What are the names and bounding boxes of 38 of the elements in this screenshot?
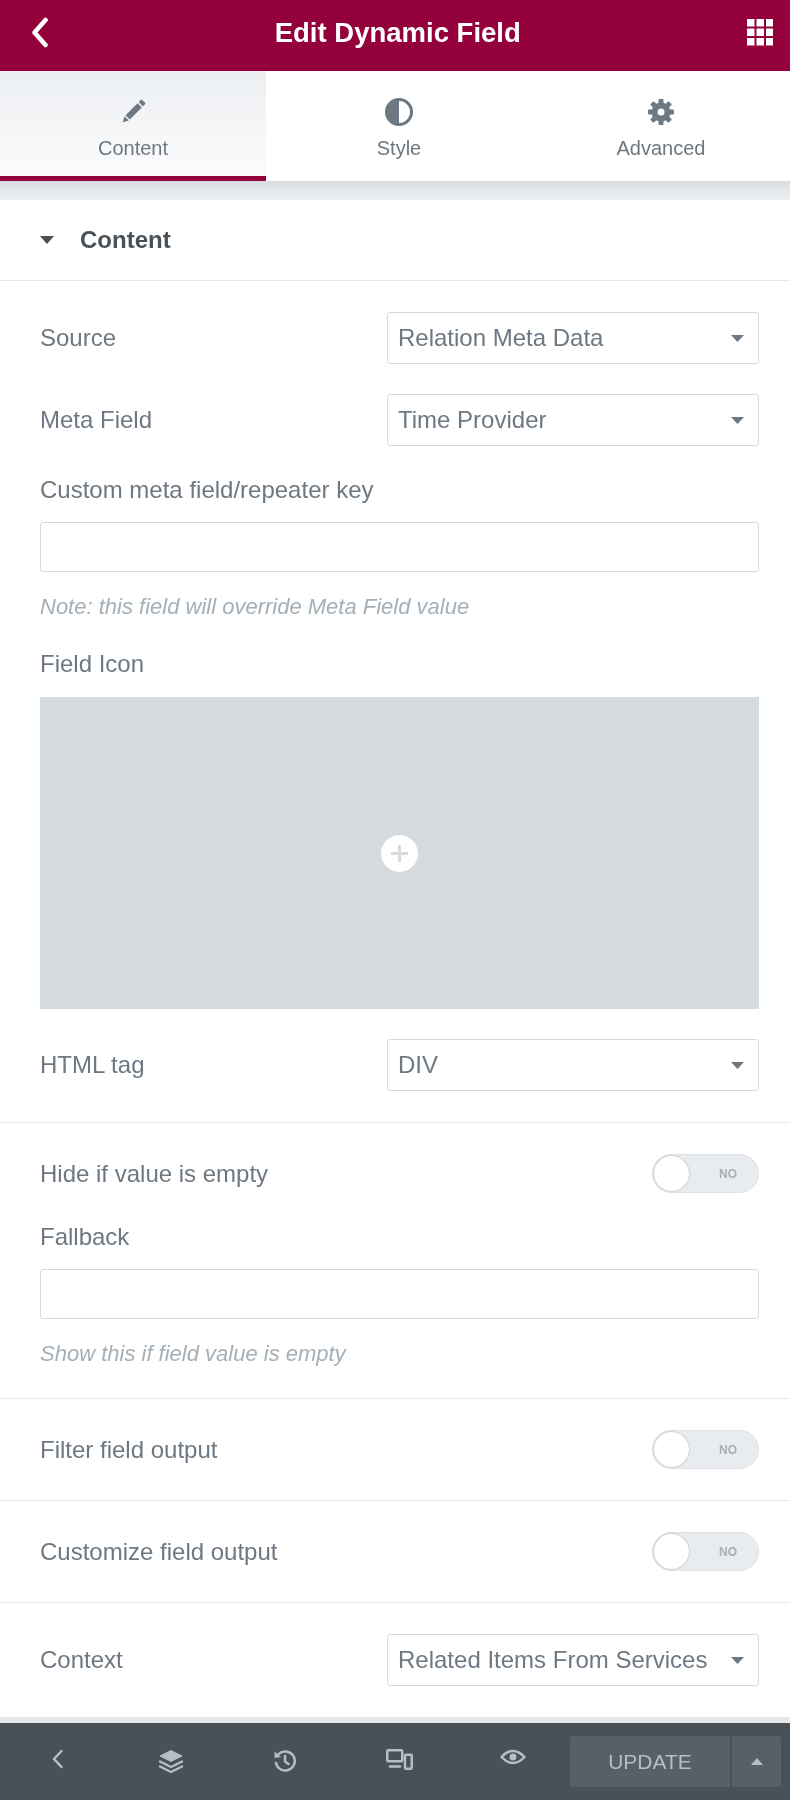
field-label: Custom meta field/repeater key xyxy=(40,476,374,504)
select-field[interactable]: Time Provider xyxy=(387,394,759,446)
gear-icon xyxy=(647,98,675,126)
caret-down-icon xyxy=(731,416,744,424)
tab[interactable]: Style xyxy=(266,71,532,181)
text-field[interactable] xyxy=(40,1269,759,1319)
history-icon xyxy=(273,1749,297,1773)
text-field[interactable] xyxy=(40,522,759,572)
field-note: Show this if field value is empty xyxy=(40,1341,346,1367)
tab[interactable]: Content xyxy=(0,71,266,181)
field-label: Hide if value is empty xyxy=(40,1159,269,1188)
monitor-phone-icon xyxy=(385,1749,413,1770)
field-label: Meta Field xyxy=(40,406,153,434)
eye-icon xyxy=(500,1749,526,1765)
select-field[interactable]: Relation Meta Data xyxy=(387,312,759,364)
plus-circle-icon xyxy=(381,834,418,872)
section-header[interactable]: Content xyxy=(0,200,790,280)
caret-up-icon xyxy=(750,1758,763,1765)
caret-down-icon xyxy=(731,1656,744,1664)
field-label: HTML tag xyxy=(40,1051,145,1079)
field-label: Fallback xyxy=(40,1223,130,1251)
select-field[interactable]: Related Items From Services xyxy=(387,1634,759,1686)
chevron-left-icon xyxy=(50,1749,64,1769)
field-label: Field Icon xyxy=(40,650,145,678)
panel-title: Edit Dynamic Field xyxy=(273,15,522,50)
field-label: Filter field output xyxy=(40,1435,218,1464)
field-label: Source xyxy=(40,324,117,352)
caret-down-icon xyxy=(731,334,744,342)
caret-down-icon xyxy=(731,1061,744,1069)
field-label: Customize field output xyxy=(40,1537,278,1566)
layers-icon xyxy=(158,1749,184,1774)
select-field[interactable]: DIV xyxy=(387,1039,759,1091)
contrast-icon xyxy=(385,98,413,126)
tab[interactable]: Advanced xyxy=(532,71,790,181)
chevron-left-icon xyxy=(30,17,49,48)
grid-icon xyxy=(746,19,773,46)
field-note: Note: this field will override Meta Field value xyxy=(40,594,470,620)
field-label: Context xyxy=(40,1646,123,1674)
